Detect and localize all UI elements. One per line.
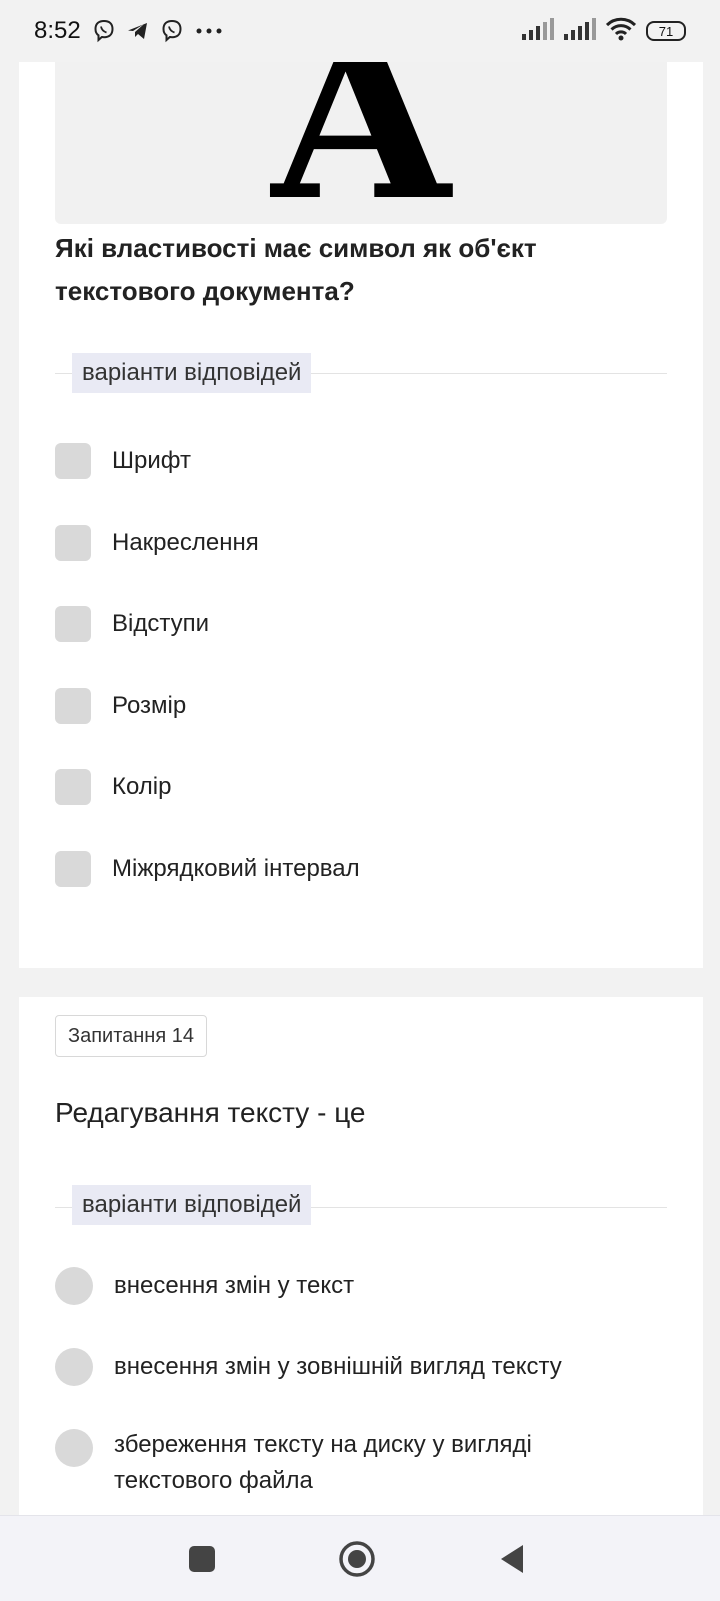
question-image-letter: A	[271, 62, 451, 224]
checkbox-option[interactable]: Розмір	[55, 687, 186, 725]
home-circle-icon	[339, 1541, 375, 1577]
status-bar: 8:52 71	[0, 0, 720, 62]
checkbox[interactable]	[55, 769, 91, 805]
option-label: Відступи	[112, 610, 210, 637]
option-label: Шрифт	[112, 447, 191, 474]
status-right: 71	[522, 17, 686, 46]
question-card-13: A Які властивості має символ як об'єкт т…	[19, 62, 703, 968]
checkbox[interactable]	[55, 525, 91, 561]
radio-option[interactable]: внесення змін у зовнішній вигляд тексту	[55, 1348, 562, 1386]
question-number-badge: Запитання 14	[55, 1015, 207, 1057]
radio-option[interactable]: внесення змін у текст	[55, 1267, 354, 1305]
viber-icon	[159, 18, 185, 44]
option-label: внесення змін у текст	[114, 1272, 355, 1299]
checkbox-option[interactable]: Колір	[55, 768, 171, 806]
battery-icon: 71	[646, 21, 686, 41]
status-time: 8:52	[34, 17, 81, 44]
option-label: Міжрядковий інтервал	[112, 855, 360, 882]
signal-icon	[522, 17, 554, 45]
back-button[interactable]	[489, 1536, 535, 1582]
question-card-14: Запитання 14 Редагування тексту - це вар…	[19, 997, 703, 1517]
option-label: Накреслення	[112, 529, 259, 556]
radio-button[interactable]	[55, 1267, 93, 1305]
wifi-icon	[605, 17, 637, 46]
square-icon	[189, 1546, 215, 1572]
option-label: Розмір	[112, 692, 187, 719]
radio-button[interactable]	[55, 1348, 93, 1386]
navigation-bar	[0, 1515, 720, 1601]
telegram-icon	[125, 18, 151, 44]
back-triangle-icon	[501, 1545, 523, 1573]
answers-label: варіанти відповідей	[72, 1185, 312, 1225]
viber-icon	[91, 18, 117, 44]
checkbox[interactable]	[55, 688, 91, 724]
checkbox[interactable]	[55, 443, 91, 479]
checkbox-option[interactable]: Накреслення	[55, 524, 259, 562]
status-left: 8:52	[34, 17, 225, 45]
option-label: збереження тексту на диску у вигляді тек…	[114, 1431, 532, 1494]
more-icon	[193, 18, 225, 44]
recent-apps-button[interactable]	[179, 1536, 225, 1582]
checkbox[interactable]	[55, 606, 91, 642]
checkbox-option[interactable]: Відступи	[55, 605, 209, 643]
checkbox[interactable]	[55, 851, 91, 887]
question-title: Які властивості має символ як об'єкт тек…	[55, 233, 537, 306]
checkbox-option[interactable]: Шрифт	[55, 442, 191, 480]
option-label: внесення змін у зовнішній вигляд тексту	[114, 1353, 562, 1380]
answers-label: варіанти відповідей	[72, 353, 312, 393]
home-button[interactable]	[334, 1536, 380, 1582]
checkbox-option[interactable]: Міжрядковий інтервал	[55, 850, 360, 888]
radio-button[interactable]	[55, 1429, 93, 1467]
question-image: A	[55, 62, 667, 224]
signal-icon	[564, 17, 596, 45]
radio-option[interactable]: збереження тексту на диску у вигляді тек…	[55, 1429, 634, 1499]
question-text: Редагування тексту - це	[55, 1097, 366, 1128]
option-label: Колір	[112, 773, 172, 800]
